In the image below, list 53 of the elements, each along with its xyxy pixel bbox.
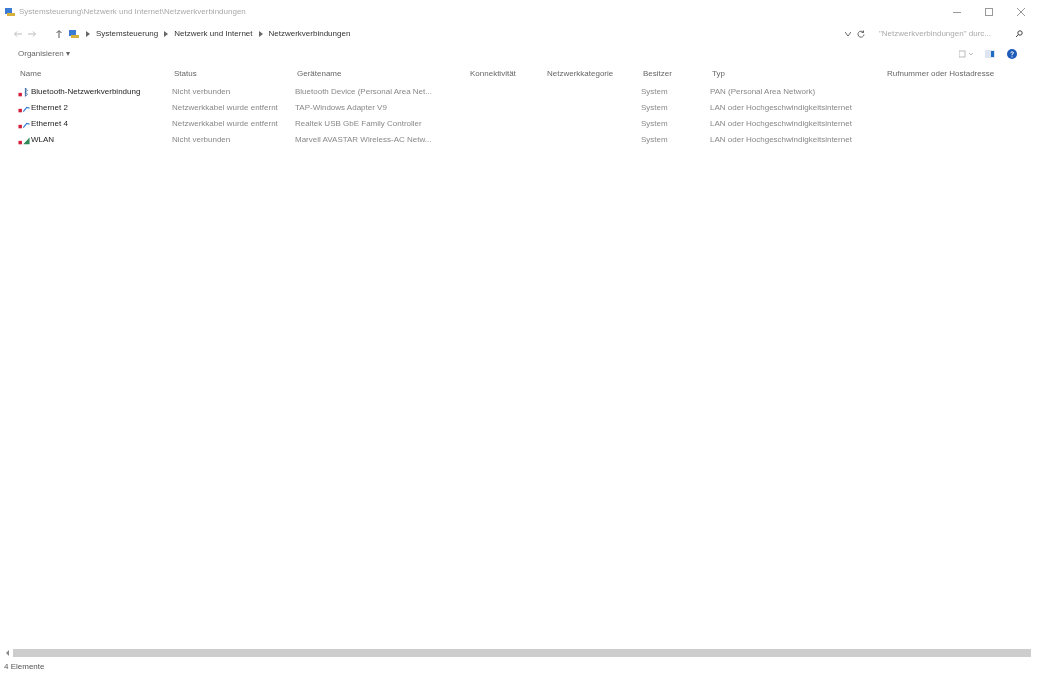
connection-name[interactable]: WLAN bbox=[31, 134, 55, 146]
network-folder-icon bbox=[4, 7, 16, 17]
refresh-icon[interactable] bbox=[857, 30, 865, 38]
table-cell-text: LAN oder Hochgeschwindigkeitsinternet bbox=[710, 118, 853, 130]
horizontal-scrollbar[interactable] bbox=[13, 649, 1031, 657]
window-title: Systemsteuerung\Netzwerk und Internet\Netzwerkverbindungen bbox=[19, 6, 246, 18]
column-header[interactable]: Typ bbox=[712, 68, 887, 80]
breadcrumb-item[interactable]: Netzwerk und Internet bbox=[174, 28, 253, 40]
table-cell-text: TAP-Windows Adapter V9 bbox=[295, 102, 388, 114]
network-adapter-icon bbox=[18, 87, 30, 97]
chevron-icon bbox=[86, 31, 90, 37]
preview-pane-icon[interactable] bbox=[985, 50, 995, 58]
search-icon[interactable] bbox=[1015, 30, 1023, 38]
table-cell-text: System bbox=[641, 102, 669, 114]
column-header[interactable]: Rufnummer oder Hostadresse bbox=[887, 68, 1037, 80]
column-header[interactable]: Name bbox=[20, 68, 174, 80]
column-header[interactable]: Konnektivität bbox=[470, 68, 547, 80]
maximize-icon[interactable] bbox=[985, 8, 993, 16]
up-icon[interactable] bbox=[56, 30, 62, 38]
table-cell-text: Bluetooth Device (Personal Area Net... bbox=[295, 86, 433, 98]
chevron-icon bbox=[164, 31, 169, 37]
table-cell-text: Nicht verbunden bbox=[172, 86, 232, 98]
close-icon[interactable] bbox=[1017, 8, 1025, 16]
table-cell-text: Nicht verbunden bbox=[172, 134, 232, 146]
network-adapter-icon bbox=[18, 135, 30, 145]
column-header[interactable]: Netzwerkkategorie bbox=[547, 68, 643, 80]
table-cell-text: PAN (Personal Area Network) bbox=[710, 86, 817, 98]
item-count: 4 Elemente bbox=[4, 661, 45, 673]
breadcrumb-item[interactable]: Netzwerkverbindungen bbox=[268, 28, 351, 40]
breadcrumb-item[interactable]: Systemsteuerung bbox=[96, 28, 159, 40]
scroll-left-icon[interactable] bbox=[6, 650, 9, 656]
column-header[interactable]: Gerätename bbox=[297, 68, 470, 80]
column-header[interactable]: Besitzer bbox=[643, 68, 712, 80]
connection-name[interactable]: Bluetooth-Netzwerkverbindung bbox=[31, 86, 141, 98]
table-cell-text: System bbox=[641, 86, 669, 98]
dropdown-icon[interactable] bbox=[845, 32, 851, 36]
chevron-icon bbox=[258, 31, 263, 37]
table-cell-text: Marvell AVASTAR Wireless-AC Netw... bbox=[295, 134, 433, 146]
table-cell-text: System bbox=[641, 134, 669, 146]
column-header[interactable]: Status bbox=[174, 68, 297, 80]
table-cell-text: LAN oder Hochgeschwindigkeitsinternet bbox=[710, 102, 853, 114]
connection-name[interactable]: Ethernet 4 bbox=[31, 118, 68, 130]
table-cell-text: Netzwerkkabel wurde entfernt bbox=[172, 118, 279, 130]
table-cell-text: LAN oder Hochgeschwindigkeitsinternet bbox=[710, 134, 853, 146]
table-cell-text: Realtek USB GbE Family Controller bbox=[295, 118, 423, 130]
table-cell-text: System bbox=[641, 118, 669, 130]
help-icon[interactable] bbox=[1007, 49, 1017, 59]
network-folder-icon bbox=[68, 29, 80, 39]
connection-name[interactable]: Ethernet 2 bbox=[31, 102, 68, 114]
view-options-icon[interactable] bbox=[959, 50, 973, 58]
minimize-icon[interactable] bbox=[953, 11, 961, 13]
organize-button[interactable]: Organisieren ▾ bbox=[18, 48, 71, 60]
table-cell-text: Netzwerkkabel wurde entfernt bbox=[172, 102, 279, 114]
